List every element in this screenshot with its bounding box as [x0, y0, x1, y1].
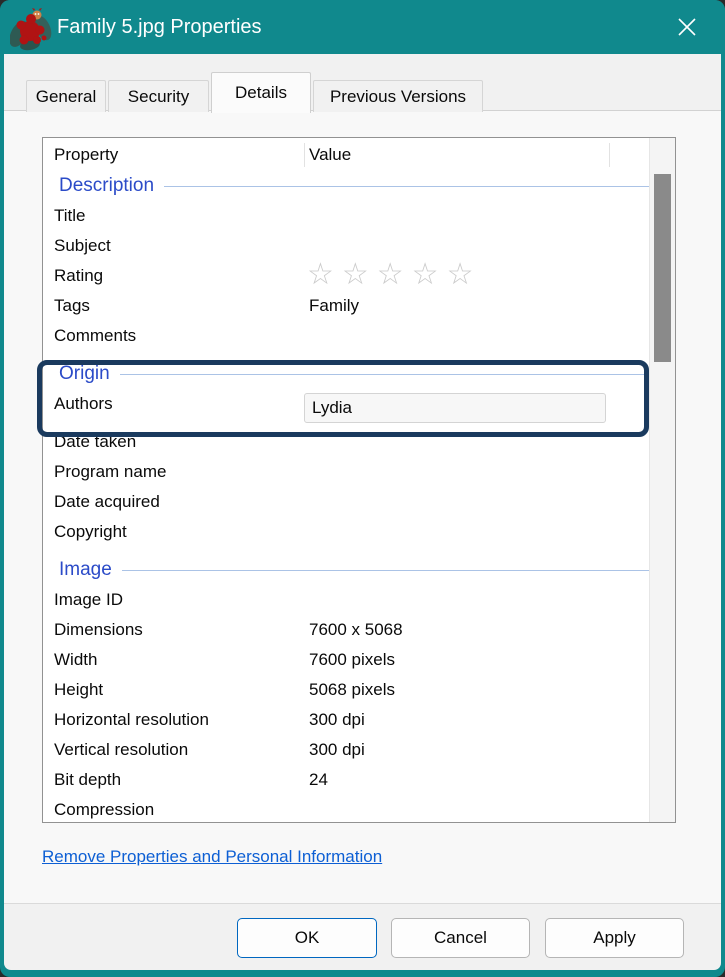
property-rows: Description Title Subject Rating ☆☆☆☆☆ T…	[43, 171, 651, 823]
column-header-value: Value	[309, 138, 351, 171]
property-value: 24	[309, 765, 328, 795]
ok-button[interactable]: OK	[237, 918, 377, 958]
section-header-description: Description	[43, 171, 651, 201]
property-row-date-acquired[interactable]: Date acquired	[43, 487, 651, 517]
tab-strip: General Security Details Previous Versio…	[26, 71, 485, 112]
section-header-origin: Origin	[43, 359, 651, 389]
property-row-date-taken[interactable]: Date taken	[43, 427, 651, 457]
property-label: Rating	[54, 261, 103, 291]
apply-button[interactable]: Apply	[545, 918, 684, 958]
property-label: Date taken	[54, 427, 136, 457]
remove-properties-link[interactable]: Remove Properties and Personal Informati…	[42, 847, 382, 867]
property-row-bit-depth[interactable]: Bit depth 24	[43, 765, 651, 795]
tab-general[interactable]: General	[26, 80, 106, 112]
property-label: Height	[54, 675, 103, 705]
vertical-scrollbar[interactable]	[649, 138, 675, 822]
property-label: Program name	[54, 457, 166, 487]
property-label: Image ID	[54, 585, 123, 615]
column-header-property: Property	[54, 138, 118, 171]
property-value: 7600 x 5068	[309, 615, 403, 645]
close-button[interactable]	[663, 4, 711, 50]
cancel-button[interactable]: Cancel	[391, 918, 530, 958]
titlebar: Family 5.jpg Properties	[0, 0, 725, 54]
property-row-image-id[interactable]: Image ID	[43, 585, 651, 615]
column-separator	[304, 143, 305, 167]
footer-divider	[4, 903, 721, 904]
property-label: Dimensions	[54, 615, 143, 645]
scrollbar-thumb[interactable]	[654, 174, 671, 362]
section-rule	[120, 374, 649, 375]
property-label: Comments	[54, 321, 136, 351]
property-row-height[interactable]: Height 5068 pixels	[43, 675, 651, 705]
property-label: Title	[54, 201, 86, 231]
property-label: Authors	[54, 389, 113, 419]
property-label: Copyright	[54, 517, 127, 547]
property-row-subject[interactable]: Subject	[43, 231, 651, 261]
close-icon	[675, 15, 699, 39]
list-header: Property Value	[43, 138, 675, 171]
property-label: Bit depth	[54, 765, 121, 795]
puzzle-app-icon	[10, 7, 52, 51]
tab-details[interactable]: Details	[211, 72, 311, 113]
property-row-vertical-resolution[interactable]: Vertical resolution 300 dpi	[43, 735, 651, 765]
property-label: Tags	[54, 291, 90, 321]
section-header-image: Image	[43, 555, 651, 585]
property-row-authors: Authors	[43, 389, 651, 427]
property-row-horizontal-resolution[interactable]: Horizontal resolution 300 dpi	[43, 705, 651, 735]
property-row-title[interactable]: Title	[43, 201, 651, 231]
properties-dialog: Family 5.jpg Properties General Security…	[0, 0, 725, 977]
property-row-rating[interactable]: Rating ☆☆☆☆☆	[43, 261, 651, 291]
property-value: 300 dpi	[309, 735, 365, 765]
property-value: Family	[309, 291, 359, 321]
property-row-tags[interactable]: Tags Family	[43, 291, 651, 321]
property-label: Date acquired	[54, 487, 160, 517]
property-row-width[interactable]: Width 7600 pixels	[43, 645, 651, 675]
property-value: 300 dpi	[309, 705, 365, 735]
authors-input[interactable]	[304, 393, 606, 423]
column-separator	[609, 143, 610, 167]
window-title: Family 5.jpg Properties	[57, 0, 262, 54]
property-label: Width	[54, 645, 97, 675]
property-list: Property Value Description Title Subject…	[42, 137, 676, 823]
property-value: 5068 pixels	[309, 675, 395, 705]
property-value: 7600 pixels	[309, 645, 395, 675]
property-row-program-name[interactable]: Program name	[43, 457, 651, 487]
property-row-comments[interactable]: Comments	[43, 321, 651, 351]
section-rule	[164, 186, 649, 187]
tab-security[interactable]: Security	[108, 80, 209, 112]
section-rule	[122, 570, 649, 571]
property-label: Subject	[54, 231, 111, 261]
rating-stars[interactable]: ☆☆☆☆☆	[307, 259, 481, 291]
property-label: Vertical resolution	[54, 735, 188, 765]
tab-previous-versions[interactable]: Previous Versions	[313, 80, 483, 112]
property-row-copyright[interactable]: Copyright	[43, 517, 651, 547]
property-label: Horizontal resolution	[54, 705, 209, 735]
property-row-compression[interactable]: Compression	[43, 795, 651, 823]
property-label: Compression	[54, 795, 154, 823]
property-row-dimensions[interactable]: Dimensions 7600 x 5068	[43, 615, 651, 645]
